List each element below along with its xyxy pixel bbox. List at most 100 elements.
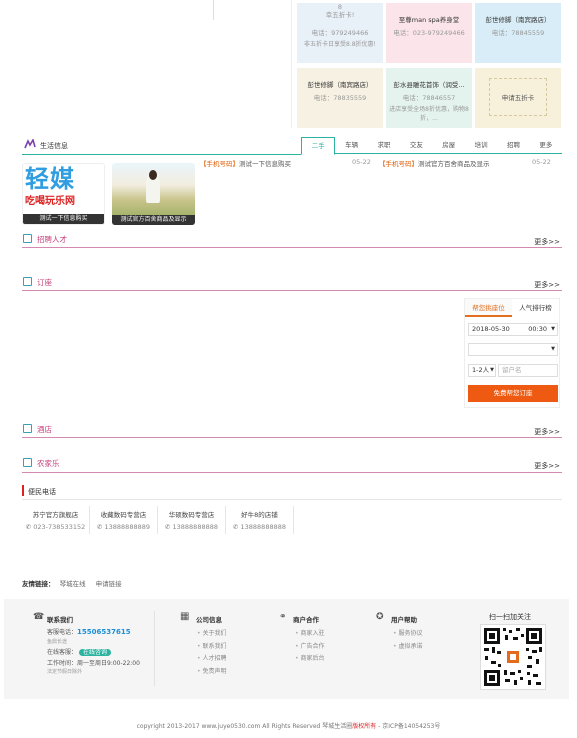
company-title: 公司信息 (196, 616, 222, 624)
thumb-1[interactable]: 轻媒 吃喝玩乐网 测试一下信息购买 (22, 163, 105, 225)
date-select[interactable]: 2018-05-30 00:30 ▼ (468, 323, 558, 336)
tab-popularity[interactable]: 人气排行榜 (512, 299, 559, 317)
store-phone: 13888888889 (104, 523, 151, 531)
tab-more[interactable]: 更多 (530, 137, 562, 153)
people-value: 1-2人 (472, 366, 490, 374)
online-consult-button[interactable]: 在线咨询 (78, 649, 111, 656)
tab-job-seek[interactable]: 求职 (368, 137, 400, 153)
footer-link[interactable]: 服务协议 (393, 628, 422, 637)
booking-widget: 帮您挑座位 人气排行榜 2018-05-30 00:30 ▼ ▼ 1-2人 ▼ … (464, 298, 560, 408)
phone-icon: ✆ (96, 523, 105, 531)
thumb-logo-bottom: 吃喝玩乐网 (25, 196, 75, 207)
card-3[interactable]: 彭世修脚（南宾路店） 电话：78845559 (475, 3, 561, 63)
thumb-2[interactable]: 测试官方百舍商品及显示 (112, 163, 195, 225)
phone-icon: ✆ (164, 523, 173, 531)
footer-divider (154, 611, 155, 686)
contact-icon: ☎ (33, 612, 45, 622)
more-link-hotel[interactable]: 更多>> (534, 427, 560, 437)
help-title: 用户帮助 (391, 616, 417, 624)
photo-hair (149, 170, 157, 180)
section-line (22, 437, 562, 438)
card-phone: 电话：78846557 (402, 94, 456, 102)
people-select[interactable]: 1-2人 ▼ (468, 364, 496, 377)
more-link-recruit[interactable]: 更多>> (534, 237, 560, 247)
convenience-bar (22, 485, 24, 496)
convenience-title: 便民电话 (28, 488, 56, 496)
chevron-down-icon: ▼ (551, 326, 555, 332)
chevron-down-icon: ▼ (490, 367, 494, 373)
copyright-text: copyright 2013-2017 www.juye0530.com All… (136, 723, 353, 730)
card-1[interactable]: 8 幸五折卡! 电话：979249466 非五折卡日享受8.8折优惠! (297, 3, 383, 63)
card-title: 彭水县雕花首饰（润受... (393, 81, 465, 89)
tab-vehicle[interactable]: 车辆 (335, 137, 367, 153)
name-input[interactable]: 留户名 (498, 364, 558, 377)
more-link-farm[interactable]: 更多>> (534, 461, 560, 471)
tab-used[interactable]: 二手 (301, 137, 336, 155)
card-desc: 进店享受全场8折优惠，购物8折，... (389, 106, 469, 122)
tab-dating[interactable]: 交友 (400, 137, 432, 153)
friend-link[interactable]: 申请链接 (96, 580, 122, 588)
section-title-recruit: 招聘人才 (37, 235, 67, 244)
more-link-booking[interactable]: 更多>> (534, 280, 560, 290)
store-item[interactable]: 收藏数码专营店 ✆ 13888888889 (90, 506, 158, 534)
store-item[interactable]: 华硕数码专营店 ✆ 13888888888 (158, 506, 226, 534)
icp-text: - 京ICP备14054253号 (378, 723, 441, 730)
card-apply[interactable]: 申请五折卡 (475, 68, 561, 128)
store-item[interactable]: 好牛8的店铺 ✆ 13888888888 (226, 506, 294, 534)
tab-training[interactable]: 培训 (465, 137, 497, 153)
widget-tabs: 帮您挑座位 人气排行榜 (465, 299, 559, 317)
news-text: 测试官方百舍商品及显示 (418, 160, 490, 168)
news-item[interactable]: 【手机号码】测试一下信息购买 05-22 (200, 158, 372, 168)
life-info-title: 生活信息 (40, 142, 68, 150)
news-date: 05-22 (352, 158, 371, 166)
free-booking-button[interactable]: 免费帮您订座 (468, 385, 558, 402)
news-date: 05-22 (532, 158, 551, 166)
news-tag: 【手机号码】 (200, 160, 239, 168)
tab-housing[interactable]: 房屋 (433, 137, 465, 153)
friend-link[interactable]: 琴城在线 (60, 580, 86, 588)
card-top-text: 8 (337, 3, 343, 11)
section-line (22, 472, 562, 473)
hotel-icon (23, 424, 32, 433)
chevron-down-icon: ▼ (551, 346, 555, 352)
footer-link[interactable]: 虚拟承诺 (393, 641, 422, 650)
thumb-caption: 测试官方百舍商品及显示 (112, 215, 195, 225)
date-value: 2018-05-30 (472, 325, 510, 333)
store-item[interactable]: 苏宁官方旗舰店 ✆ 023-738533152 (22, 506, 90, 534)
time-value: 00:30 (528, 325, 547, 333)
section-title-hotel: 酒店 (37, 425, 52, 434)
top-divider (213, 0, 214, 20)
qr-code (480, 624, 546, 690)
footer-link[interactable]: 商家后台 (295, 653, 324, 662)
farm-icon (23, 458, 32, 467)
phone-label: 客服电话： (47, 629, 78, 636)
footer-link[interactable]: 人才招聘 (197, 653, 226, 662)
footer-link[interactable]: 商家入驻 (295, 628, 324, 637)
news-item[interactable]: 【手机号码】测试官方百舍商品及显示 05-22 (379, 158, 551, 168)
footer-link[interactable]: 免责声明 (197, 666, 226, 675)
card-phone: 电话：979249466 (311, 29, 369, 37)
top-divider-2 (291, 0, 292, 128)
option-select[interactable]: ▼ (468, 343, 558, 356)
apply-card-button[interactable]: 申请五折卡 (489, 78, 547, 116)
booking-icon (23, 277, 32, 286)
card-title: 彭世修脚（南宾路店） (485, 16, 551, 24)
footer-link[interactable]: 关于我们 (197, 628, 226, 637)
store-phone: 023-738533152 (33, 523, 86, 531)
handshake-icon: ⚭ (279, 612, 287, 622)
news-tag: 【手机号码】 (379, 160, 418, 168)
footer-link[interactable]: 联系我们 (197, 641, 226, 650)
tab-recruit[interactable]: 招聘 (497, 137, 529, 153)
card-2[interactable]: 至尊man spa养身堂 电话：023-979249466 (386, 3, 472, 63)
footer-link[interactable]: 广告合作 (295, 641, 324, 650)
holiday-note: 法定节假日除外 (47, 669, 83, 675)
store-name: 华硕数码专营店 (168, 511, 215, 519)
section-line (22, 247, 562, 248)
friend-links: 友情链接： 琴城在线 申请链接 (22, 578, 122, 588)
tab-pick-seat[interactable]: 帮您挑座位 (465, 299, 512, 317)
card-4[interactable]: 彭世修脚（南宾路店） 电话：78835559 (297, 68, 383, 128)
qr-title: 扫一扫加关注 (489, 613, 531, 621)
card-title: 幸五折卡! (325, 11, 355, 19)
copyright: copyright 2013-2017 www.juye0530.com All… (0, 721, 577, 730)
card-5[interactable]: 彭水县雕花首饰（润受... 电话：78846557 进店享受全场8折优惠，购物8… (386, 68, 472, 128)
